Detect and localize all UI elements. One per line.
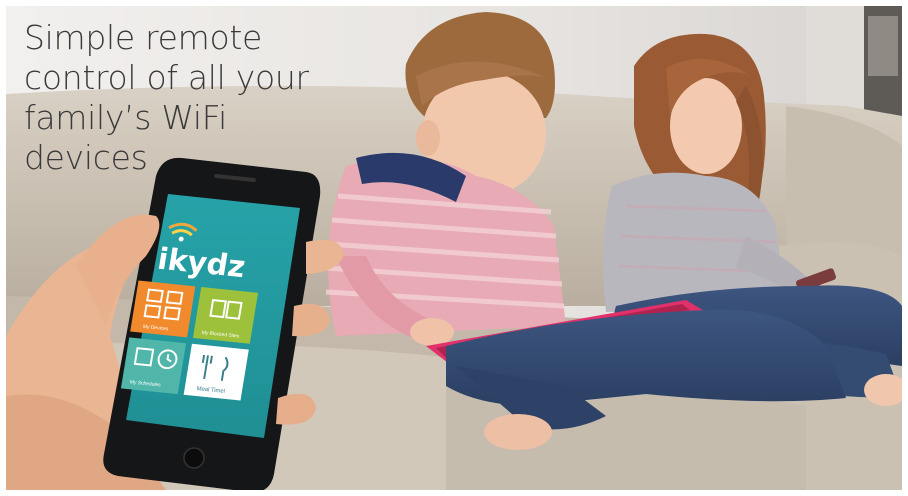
headline: Simple remote control of all your family… <box>24 18 344 178</box>
photo-frame: ikydz My Devices My Blocked Sites My Sch… <box>6 6 902 490</box>
headline-line: devices <box>24 138 148 177</box>
tile-my-schedules[interactable]: My Schedules <box>120 337 187 395</box>
tile-my-devices[interactable]: My Devices <box>130 280 196 338</box>
headline-line: control of all your <box>24 58 309 97</box>
headline-line: Simple remote <box>24 18 262 57</box>
headline-line: family’s WiFi <box>24 98 227 137</box>
tile-my-blocked-sites[interactable]: My Blocked Sites <box>192 286 259 344</box>
tile-meal-time[interactable]: Meal Time! <box>183 343 249 401</box>
